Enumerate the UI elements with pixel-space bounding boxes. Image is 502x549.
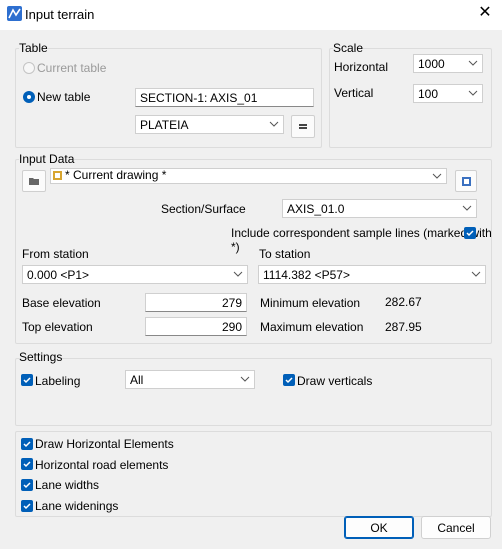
chevron-down-icon bbox=[462, 205, 472, 211]
base-elevation-input[interactable]: 279 bbox=[145, 293, 247, 312]
from-station-value: 0.000 <P1> bbox=[27, 268, 90, 282]
layers-icon bbox=[299, 124, 307, 129]
chevron-down-icon bbox=[468, 60, 478, 66]
lane-widenings-label: Lane widenings bbox=[35, 499, 119, 513]
drawing-dropdown[interactable]: * Current drawing * bbox=[50, 168, 447, 184]
chevron-down-icon bbox=[471, 271, 481, 277]
min-elevation-label: Minimum elevation bbox=[260, 296, 361, 310]
top-elevation-label: Top elevation bbox=[22, 320, 93, 334]
min-elevation-value: 282.67 bbox=[385, 295, 422, 309]
max-elevation-value: 287.95 bbox=[385, 320, 422, 334]
horizontal-road-checkbox[interactable] bbox=[21, 458, 33, 470]
ok-button[interactable]: OK bbox=[344, 516, 414, 539]
select-from-drawing-button[interactable] bbox=[455, 170, 477, 192]
current-table-radio[interactable] bbox=[23, 62, 35, 74]
chevron-down-icon bbox=[432, 173, 442, 179]
window-title: Input terrain bbox=[25, 7, 95, 22]
input-data-group-label: Input Data bbox=[19, 152, 75, 166]
chevron-down-icon bbox=[269, 121, 279, 127]
include-lines-checkbox[interactable] bbox=[464, 227, 476, 239]
app-icon bbox=[7, 6, 22, 21]
drawing-icon bbox=[53, 171, 62, 180]
folder-icon bbox=[29, 178, 39, 185]
max-elevation-label: Maximum elevation bbox=[260, 320, 364, 334]
vertical-scale-value: 100 bbox=[418, 87, 439, 101]
labeling-dropdown-value: All bbox=[130, 373, 144, 387]
settings-group bbox=[15, 358, 492, 426]
top-elevation-input[interactable]: 290 bbox=[145, 317, 247, 336]
cancel-button[interactable]: Cancel bbox=[421, 516, 491, 539]
new-table-label: New table bbox=[37, 90, 91, 104]
table-group-label: Table bbox=[19, 41, 48, 55]
horizontal-scale-label: Horizontal bbox=[334, 60, 389, 74]
labeling-dropdown[interactable]: All bbox=[125, 370, 255, 389]
drawing-dropdown-value: * Current drawing * bbox=[65, 168, 167, 182]
section-surface-dropdown[interactable]: AXIS_01.0 bbox=[282, 199, 477, 218]
settings-group-label: Settings bbox=[19, 350, 63, 364]
section-surface-value: AXIS_01.0 bbox=[287, 202, 345, 216]
new-table-radio[interactable] bbox=[23, 91, 35, 103]
draw-horizontal-label: Draw Horizontal Elements bbox=[35, 437, 174, 451]
chevron-down-icon bbox=[233, 271, 243, 277]
draw-verticals-label: Draw verticals bbox=[297, 374, 373, 388]
from-station-dropdown[interactable]: 0.000 <P1> bbox=[22, 265, 248, 284]
horizontal-road-label: Horizontal road elements bbox=[35, 458, 169, 472]
vertical-scale-label: Vertical bbox=[334, 86, 374, 100]
to-station-label: To station bbox=[259, 247, 311, 261]
close-icon[interactable]: ✕ bbox=[476, 4, 494, 22]
base-elevation-label: Base elevation bbox=[22, 296, 101, 310]
layer-dropdown-value: PLATEIA bbox=[140, 118, 189, 132]
to-station-dropdown[interactable]: 1114.382 <P57> bbox=[258, 265, 486, 284]
chevron-down-icon bbox=[468, 90, 478, 96]
layer-picker-button[interactable] bbox=[291, 115, 315, 138]
vertical-scale-dropdown[interactable]: 100 bbox=[413, 84, 483, 103]
table-name-input[interactable]: SECTION-1: AXIS_01 bbox=[135, 88, 314, 107]
draw-horizontal-checkbox[interactable] bbox=[21, 438, 33, 450]
lane-widenings-checkbox[interactable] bbox=[21, 500, 33, 512]
labeling-label: Labeling bbox=[35, 374, 81, 388]
from-station-label: From station bbox=[22, 247, 89, 261]
section-surface-label: Section/Surface bbox=[161, 202, 246, 216]
horizontal-scale-value: 1000 bbox=[418, 57, 445, 71]
lane-widths-label: Lane widths bbox=[35, 478, 100, 492]
select-icon bbox=[462, 177, 471, 186]
to-station-value: 1114.382 <P57> bbox=[263, 268, 350, 282]
chevron-down-icon bbox=[240, 376, 250, 382]
open-drawing-button[interactable] bbox=[22, 170, 46, 192]
draw-verticals-checkbox[interactable] bbox=[283, 374, 295, 386]
scale-group-label: Scale bbox=[333, 41, 364, 55]
layer-dropdown[interactable]: PLATEIA bbox=[135, 115, 284, 134]
current-table-label: Current table bbox=[37, 61, 107, 75]
horizontal-scale-dropdown[interactable]: 1000 bbox=[413, 54, 483, 73]
labeling-checkbox[interactable] bbox=[21, 374, 33, 386]
lane-widths-checkbox[interactable] bbox=[21, 479, 33, 491]
